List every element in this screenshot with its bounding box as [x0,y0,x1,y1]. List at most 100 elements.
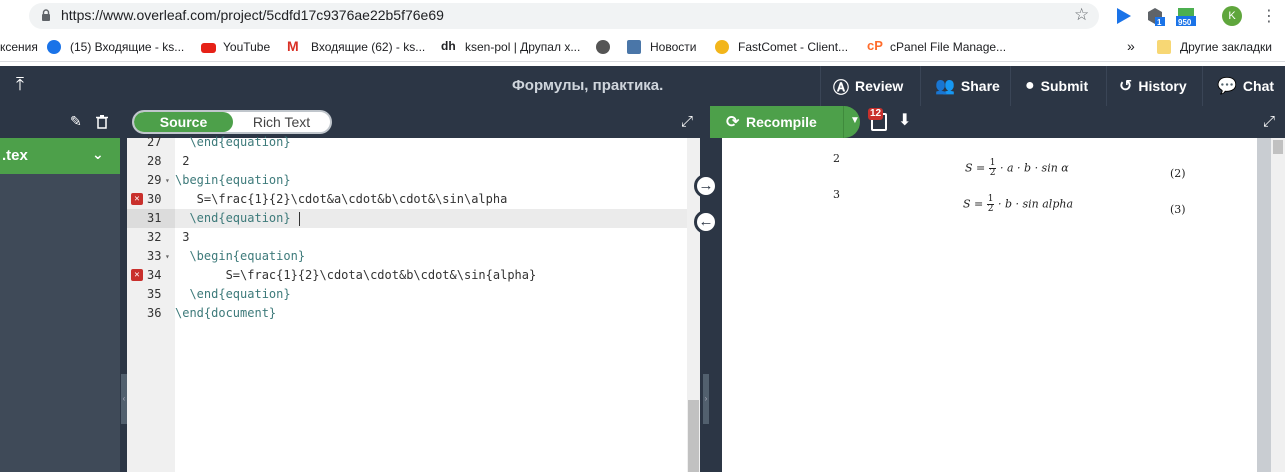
chat-label: Chat [1242,78,1275,94]
bookmarks-more[interactable]: » [1127,38,1135,54]
file-tree-item-tex[interactable]: .tex ⌄ [0,138,120,174]
news-icon [627,40,641,54]
pdf-equation-3: S = 12 · b · sin alpha [963,194,1074,214]
chat-bubble-icon: 💬 [1217,78,1237,95]
error-marker-icon[interactable]: ✕ [131,269,143,281]
caret-down-icon[interactable]: ▼ [850,115,860,126]
chevron-down-icon[interactable]: ⌄ [92,146,104,163]
extension-badge-2: 950 [1178,18,1192,27]
rich-text-mode-button[interactable]: Rich Text [233,112,330,132]
bookmark-item[interactable]: FastComet - Client... [738,40,848,54]
sync-to-pdf-arrow-icon[interactable]: → [694,174,718,198]
collapse-pdf-handle[interactable]: › [703,374,709,424]
users-icon: 👥 [935,78,955,95]
submit-label: Submit [1040,78,1089,94]
code-line[interactable]: \end{document} [175,304,687,323]
bookmarks-bar: ксения (15) Входящие - ks... YouTube M В… [0,33,1285,62]
recompile-button[interactable]: ⟳ Recompile ▼ [710,106,860,138]
browser-toolbar: https://www.overleaf.com/project/5cdfd17… [0,0,1285,33]
overleaf-toolbar: ⤒ Формулы, практика. Ⓐ Review 👥 Share ● Sub… [0,66,1285,106]
file-tree [0,138,120,472]
editor-mode-toggle: Source Rich Text [132,110,332,134]
sync-to-code-arrow-icon[interactable]: ← [694,210,718,234]
line-number: 35 [127,285,175,304]
pdf-equation-tag: (2) [1170,167,1186,180]
review-icon: Ⓐ [833,80,850,97]
home-arrow-icon[interactable]: ⤒ [16,74,24,95]
chat-button[interactable]: 💬 Chat [1202,66,1285,106]
share-button[interactable]: 👥 Share [920,66,1010,106]
code-line[interactable]: S=\frac{1}{2}\cdot&a\cdot&b\cdot&\sin\al… [175,190,687,209]
globe-icon [596,40,610,54]
bookmark-item[interactable]: ксения [0,40,38,54]
history-icon: ↺ [1119,78,1133,95]
pencil-icon[interactable]: ✎ [70,113,82,130]
line-number-text: 34 [147,268,162,282]
cube-extension-icon[interactable] [1145,6,1165,26]
bookmark-item[interactable]: Входящие (62) - ks... [311,40,425,54]
other-bookmarks[interactable]: Другие закладки [1180,40,1272,54]
source-mode-button[interactable]: Source [134,112,233,132]
code-line[interactable]: \end{equation} [175,133,687,152]
bookmark-star-icon[interactable]: ☆ [1074,5,1089,25]
line-number-text: 33 [147,249,162,263]
bookmark-item[interactable]: Новости [650,40,696,54]
lock-icon [42,9,50,21]
profile-avatar[interactable]: K [1222,6,1242,26]
file-name: .tex [2,147,28,164]
code-line[interactable]: S=\frac{1}{2}\cdota\cdot&b\cdot&\sin{alp… [175,266,687,285]
editor-scrollbar-thumb[interactable] [688,400,699,472]
line-number: 27 [127,133,175,152]
trash-icon[interactable] [96,115,108,129]
history-button[interactable]: ↺ History [1106,66,1202,106]
line-number-text: 28 [147,154,162,168]
fastcomet-icon [715,40,729,54]
line-number: 29 ▾ [127,171,175,190]
code-editor[interactable]: \end{equation} 2 \begin{equation} S=\fra… [175,135,687,472]
code-line[interactable]: 3 [175,228,687,247]
download-icon[interactable]: ⬇ [898,110,911,130]
bookmark-item[interactable]: ksen-pol | Друпал х... [465,40,580,54]
menu-kebab-icon[interactable]: ⋮ [1261,6,1277,26]
line-number: 32 [127,228,175,247]
line-number-text: 30 [147,192,162,206]
submit-button[interactable]: ● Submit [1010,66,1106,106]
cpanel-icon: cP [867,38,883,53]
pdf-scrollbar-thumb[interactable] [1273,140,1283,154]
play-extension-icon[interactable] [1113,6,1133,26]
project-title[interactable]: Формулы, практика. [512,77,663,94]
at-icon [47,40,61,54]
pdf-preview[interactable]: 2 S = 12 · a · b · sin α (2) 3 S = 12 · … [722,138,1257,472]
globe-icon: ● [1025,77,1035,94]
recompile-label: Recompile [746,114,817,130]
review-label: Review [855,78,904,94]
folder-icon [1157,40,1171,54]
url-text[interactable]: https://www.overleaf.com/project/5cdfd17… [61,7,444,23]
bookmark-item[interactable]: YouTube [223,40,270,54]
bookmark-item[interactable]: cPanel File Manage... [890,40,1006,54]
line-number-text: 36 [147,306,162,320]
share-label: Share [960,78,1000,94]
code-line[interactable]: 2 [175,152,687,171]
review-button[interactable]: Ⓐ Review [820,66,920,106]
pdf-text-number: 3 [833,188,840,201]
code-line[interactable]: \begin{equation} [175,171,687,190]
bookmark-item[interactable]: (15) Входящие - ks... [70,40,184,54]
pdf-scrollbar[interactable] [1271,138,1285,472]
pdf-text-number: 2 [833,152,840,165]
code-line[interactable]: \begin{equation} [175,247,687,266]
pdf-equation-tag: (3) [1170,203,1186,216]
fold-toggle-icon[interactable]: ▾ [165,247,170,266]
refresh-icon: ⟳ [726,114,740,131]
code-line-active[interactable]: \end{equation} [175,209,687,228]
history-label: History [1138,78,1187,94]
log-count-badge: 12 [868,108,884,120]
error-marker-icon[interactable]: ✕ [131,193,143,205]
expand-icon[interactable]: ⤢ [1263,113,1275,130]
line-number: 33 ▾ [127,247,175,266]
code-line[interactable]: \end{equation} [175,285,687,304]
expand-icon[interactable]: ⤢ [681,113,693,130]
text-cursor [298,211,300,226]
line-number: ✕ 34 [127,266,175,285]
fold-toggle-icon[interactable]: ▾ [165,171,170,190]
